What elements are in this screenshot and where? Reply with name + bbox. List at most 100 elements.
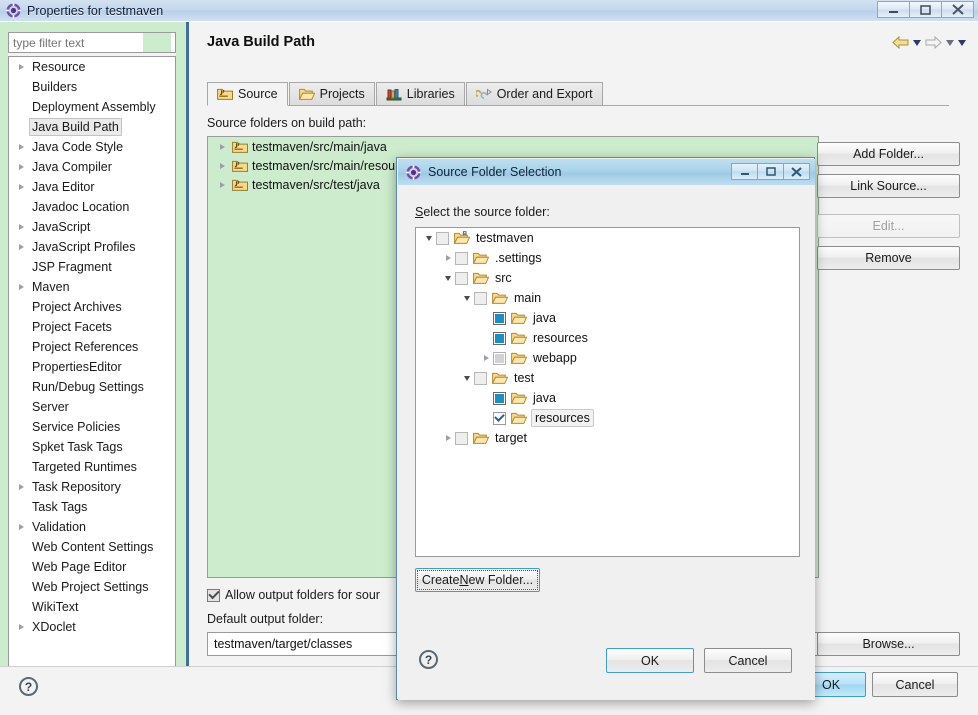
sidebar-item-java-build-path[interactable]: Java Build Path (9, 117, 175, 137)
sidebar-item-jsp-fragment[interactable]: JSP Fragment (9, 257, 175, 277)
folder-checkbox[interactable] (474, 371, 487, 385)
dialog-help-icon[interactable]: ? (419, 650, 438, 669)
folder-tree-item-java[interactable]: java (416, 388, 799, 408)
sidebar-item-javascript-profiles[interactable]: JavaScript Profiles (9, 237, 175, 257)
search-input[interactable] (9, 34, 143, 51)
sidebar-item-javascript[interactable]: JavaScript (9, 217, 175, 237)
sidebar-item-java-code-style[interactable]: Java Code Style (9, 137, 175, 157)
sidebar-item-propertieseditor[interactable]: PropertiesEditor (9, 357, 175, 377)
expand-triangle-icon[interactable] (479, 355, 493, 361)
sidebar-item-java-editor[interactable]: Java Editor (9, 177, 175, 197)
forward-history-chevron-down-icon[interactable] (946, 39, 954, 46)
sidebar-item-java-compiler[interactable]: Java Compiler (9, 157, 175, 177)
folder-checkbox[interactable] (474, 291, 487, 305)
expand-triangle-icon[interactable] (15, 241, 27, 253)
expand-triangle-icon[interactable] (15, 161, 27, 173)
folder-checkbox[interactable] (436, 231, 449, 245)
sidebar-item-server[interactable]: Server (9, 397, 175, 417)
folder-tree-item-test[interactable]: test (416, 368, 799, 388)
sidebar-item-web-page-editor[interactable]: Web Page Editor (9, 557, 175, 577)
expand-triangle-icon[interactable] (441, 435, 455, 441)
expand-triangle-icon[interactable] (15, 621, 27, 633)
folder-tree-item-src[interactable]: src (416, 268, 799, 288)
close-button[interactable] (941, 1, 974, 18)
expand-triangle-icon[interactable] (216, 162, 228, 169)
collapse-triangle-icon[interactable] (422, 235, 436, 241)
folder-checkbox[interactable] (493, 391, 506, 405)
expand-triangle-icon[interactable] (15, 61, 27, 73)
allow-output-folders-checkbox[interactable] (207, 588, 220, 602)
dialog-cancel-button[interactable]: Cancel (704, 648, 792, 673)
allow-output-folders-row[interactable]: Allow output folders for sour (207, 588, 380, 602)
settings-tree[interactable]: Resource Builders Deployment Assembly Java … (8, 56, 176, 676)
create-new-folder-button[interactable]: Create New Folder... (415, 568, 540, 592)
sidebar-item-project-references[interactable]: Project References (9, 337, 175, 357)
sidebar-item-web-project-settings[interactable]: Web Project Settings (9, 577, 175, 597)
help-icon[interactable]: ? (19, 677, 38, 696)
dialog-minimize-button[interactable] (731, 163, 758, 180)
folder-checkbox[interactable] (493, 311, 506, 325)
sidebar-item-builders[interactable]: Builders (9, 77, 175, 97)
sidebar-item-javadoc-location[interactable]: Javadoc Location (9, 197, 175, 217)
sidebar-item-resource[interactable]: Resource (9, 57, 175, 77)
dialog-maximize-button[interactable] (757, 163, 784, 180)
folder-tree-item-main[interactable]: main (416, 288, 799, 308)
collapse-triangle-icon[interactable] (460, 295, 474, 301)
folder-checkbox[interactable] (455, 431, 468, 445)
sidebar-item-web-content-settings[interactable]: Web Content Settings (9, 537, 175, 557)
expand-triangle-icon[interactable] (15, 521, 27, 533)
minimize-button[interactable] (877, 1, 910, 18)
sidebar-item-service-policies[interactable]: Service Policies (9, 417, 175, 437)
expand-triangle-icon[interactable] (15, 281, 27, 293)
expand-triangle-icon[interactable] (15, 221, 27, 233)
forward-arrow-icon[interactable] (925, 36, 942, 49)
cancel-button[interactable]: Cancel (872, 672, 958, 697)
back-history-chevron-down-icon[interactable] (913, 39, 921, 46)
folder-tree-item-resources[interactable]: resources (416, 408, 799, 428)
tab-source[interactable]: Source (207, 82, 288, 106)
expand-triangle-icon[interactable] (15, 181, 27, 193)
maximize-button[interactable] (909, 1, 942, 18)
expand-triangle-icon[interactable] (15, 481, 27, 493)
build-path-tabs[interactable]: Source Projects Libraries Order and Export (207, 82, 949, 106)
collapse-triangle-icon[interactable] (441, 275, 455, 281)
folder-checkbox[interactable] (455, 251, 468, 265)
expand-triangle-icon[interactable] (15, 141, 27, 153)
folder-tree-item-target[interactable]: target (416, 428, 799, 448)
tab-order-and-export[interactable]: Order and Export (465, 82, 603, 105)
folder-tree-item-resources[interactable]: resources (416, 328, 799, 348)
remove-button[interactable]: Remove (817, 246, 960, 270)
filter-box[interactable] (8, 32, 176, 53)
sidebar-item-project-archives[interactable]: Project Archives (9, 297, 175, 317)
sidebar-item-targeted-runtimes[interactable]: Targeted Runtimes (9, 457, 175, 477)
source-folder-row[interactable]: testmaven/src/main/java (208, 137, 818, 156)
browse-button[interactable]: Browse... (817, 632, 960, 656)
dialog-ok-button[interactable]: OK (606, 648, 694, 673)
folder-checkbox[interactable] (493, 411, 506, 425)
clear-filter-icon[interactable] (143, 33, 171, 52)
folder-tree[interactable]: testmaven .settings src main java resources we… (415, 227, 800, 557)
collapse-triangle-icon[interactable] (460, 375, 474, 381)
folder-tree-item-webapp[interactable]: webapp (416, 348, 799, 368)
sidebar-item-wikitext[interactable]: WikiText (9, 597, 175, 617)
expand-triangle-icon[interactable] (441, 255, 455, 261)
add-folder-button[interactable]: Add Folder... (817, 142, 960, 166)
back-arrow-icon[interactable] (892, 36, 909, 49)
sidebar-item-deployment-assembly[interactable]: Deployment Assembly (9, 97, 175, 117)
sidebar-item-task-repository[interactable]: Task Repository (9, 477, 175, 497)
tab-projects[interactable]: Projects (288, 82, 375, 105)
dialog-close-button[interactable] (783, 163, 810, 180)
sidebar-item-run-debug-settings[interactable]: Run/Debug Settings (9, 377, 175, 397)
sidebar-item-spket-task-tags[interactable]: Spket Task Tags (9, 437, 175, 457)
sidebar-item-xdoclet[interactable]: XDoclet (9, 617, 175, 637)
folder-checkbox[interactable] (455, 271, 468, 285)
tab-libraries[interactable]: Libraries (375, 82, 465, 105)
expand-triangle-icon[interactable] (216, 181, 228, 188)
folder-tree-item-java[interactable]: java (416, 308, 799, 328)
folder-checkbox[interactable] (493, 351, 506, 365)
folder-tree-item-testmaven[interactable]: testmaven (416, 228, 799, 248)
link-source-button[interactable]: Link Source... (817, 174, 960, 198)
sidebar-item-validation[interactable]: Validation (9, 517, 175, 537)
folder-tree-item-dot-settings[interactable]: .settings (416, 248, 799, 268)
expand-triangle-icon[interactable] (216, 143, 228, 150)
